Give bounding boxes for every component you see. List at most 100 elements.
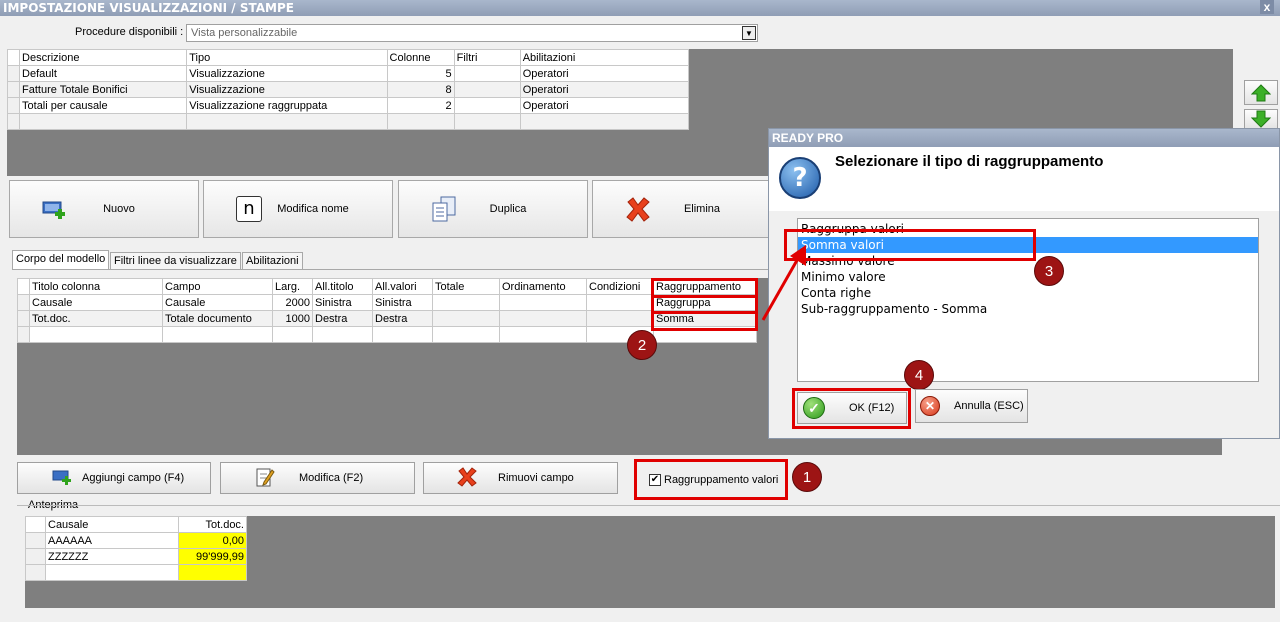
cell[interactable]: Causale (162, 294, 273, 311)
arrow-up-icon (1251, 83, 1271, 101)
table-row (25, 564, 247, 581)
nuovo-button[interactable]: Nuovo (9, 180, 199, 238)
table-row[interactable]: Fatture Totale Bonifici Visualizzazione … (6, 81, 690, 98)
modifica-button[interactable]: Modifica (F2) (220, 462, 415, 494)
list-item[interactable]: Minimo valore (798, 269, 1258, 285)
modifica-nome-label: Modifica nome (277, 203, 349, 215)
tab-corpo-modello[interactable]: Corpo del modello (12, 250, 110, 269)
cell[interactable]: Operatori (519, 65, 690, 82)
cell[interactable]: 1000 (272, 310, 313, 327)
col-all-titolo[interactable]: All.titolo (312, 278, 373, 295)
col-larg[interactable]: Larg. (272, 278, 313, 295)
cell[interactable]: Operatori (519, 97, 690, 114)
marker-1: 1 (792, 462, 822, 492)
duplica-button[interactable]: Duplica (398, 180, 588, 238)
raggruppamento-checkbox-wrapper[interactable]: ✔ Raggruppamento valori (634, 459, 788, 500)
col-ordinamento[interactable]: Ordinamento (499, 278, 587, 295)
move-down-button[interactable] (1244, 109, 1278, 129)
check-icon: ✓ (803, 397, 825, 419)
cell[interactable]: Visualizzazione (186, 81, 388, 98)
col-campo[interactable]: Campo (162, 278, 273, 295)
table-row[interactable] (6, 113, 690, 130)
ok-label: OK (F12) (849, 402, 895, 414)
modifica-nome-button[interactable]: n Modifica nome (203, 180, 393, 238)
col-condizioni[interactable]: Condizioni (586, 278, 654, 295)
col-descrizione[interactable]: Descrizione (19, 49, 188, 66)
table-row: AAAAAA 0,00 (25, 532, 247, 549)
cancel-button[interactable]: ✕ Annulla (ESC) (915, 389, 1028, 423)
ok-button[interactable]: ✓ OK (F12) (797, 392, 907, 424)
cell[interactable] (586, 310, 654, 327)
duplica-label: Duplica (489, 203, 527, 215)
cell[interactable]: Totale documento (162, 310, 273, 327)
move-up-button[interactable] (1244, 80, 1278, 105)
marker-4: 4 (904, 360, 934, 390)
question-icon: ? (779, 157, 821, 199)
table-row[interactable]: Causale Causale 2000 Sinistra Sinistra R… (17, 294, 757, 311)
cell[interactable] (453, 65, 521, 82)
col-causale: Causale (45, 516, 179, 533)
cell[interactable]: 2 (386, 97, 455, 114)
close-button[interactable]: x (1260, 0, 1274, 14)
col-titolo-colonna[interactable]: Titolo colonna (29, 278, 163, 295)
cell[interactable]: Operatori (519, 81, 690, 98)
checkbox-icon[interactable]: ✔ (649, 473, 661, 486)
table-row[interactable]: Tot.doc. Totale documento 1000 Destra De… (17, 310, 757, 327)
views-table: Descrizione Tipo Colonne Filtri Abilitaz… (6, 49, 690, 130)
procedure-select[interactable]: Vista personalizzabile ▼ (186, 24, 758, 42)
nuovo-label: Nuovo (103, 203, 135, 215)
cell[interactable] (432, 294, 500, 311)
add-view-icon (40, 194, 70, 224)
cell[interactable]: Sinistra (312, 294, 373, 311)
col-tot-doc: Tot.doc. (178, 516, 247, 533)
add-field-icon (52, 468, 74, 489)
chevron-down-icon[interactable]: ▼ (742, 26, 756, 40)
col-colonne[interactable]: Colonne (386, 49, 455, 66)
cell[interactable]: Sinistra (372, 294, 433, 311)
cell[interactable]: Destra (372, 310, 433, 327)
procedure-label: Procedure disponibili : (75, 26, 184, 38)
rimuovi-campo-button[interactable]: Rimuovi campo (423, 462, 618, 494)
cell[interactable]: Visualizzazione raggruppata (186, 97, 388, 114)
preview-table: Causale Tot.doc. AAAAAA 0,00 ZZZZZZ 99'9… (25, 516, 247, 581)
remove-icon (456, 466, 478, 491)
cell[interactable]: Tot.doc. (29, 310, 163, 327)
col-abilitazioni[interactable]: Abilitazioni (519, 49, 690, 66)
highlight-somma-cell (651, 311, 758, 331)
aggiungi-campo-button[interactable]: Aggiungi campo (F4) (17, 462, 211, 494)
tab-filtri-linee[interactable]: Filtri linee da visualizzare (110, 252, 241, 269)
cell[interactable]: 5 (386, 65, 455, 82)
cell[interactable] (499, 310, 587, 327)
cell[interactable]: 8 (386, 81, 455, 98)
dialog: READY PRO ? Selezionare il tipo di raggr… (768, 128, 1280, 439)
col-filtri[interactable]: Filtri (453, 49, 521, 66)
marker-3: 3 (1034, 256, 1064, 286)
cell[interactable]: 2000 (272, 294, 313, 311)
col-tipo[interactable]: Tipo (186, 49, 388, 66)
col-all-valori[interactable]: All.valori (372, 278, 433, 295)
col-totale[interactable]: Totale (432, 278, 500, 295)
rename-icon-letter: n (236, 196, 262, 222)
cell[interactable]: Default (19, 65, 188, 82)
cell: 0,00 (178, 532, 247, 549)
cell[interactable] (499, 294, 587, 311)
cell[interactable]: Destra (312, 310, 373, 327)
tab-abilitazioni[interactable]: Abilitazioni (242, 252, 303, 269)
cell[interactable] (586, 294, 654, 311)
table-row[interactable]: Totali per causale Visualizzazione raggr… (6, 97, 690, 114)
cell[interactable] (453, 81, 521, 98)
elimina-button[interactable]: Elimina (592, 180, 782, 238)
cell[interactable]: Fatture Totale Bonifici (19, 81, 188, 98)
cell[interactable]: Totali per causale (19, 97, 188, 114)
list-item[interactable]: Sub-raggruppamento - Somma (798, 301, 1258, 317)
table-row[interactable]: Default Visualizzazione 5 Operatori (6, 65, 690, 82)
cell[interactable]: Causale (29, 294, 163, 311)
dialog-title: READY PRO (769, 129, 1279, 147)
cell[interactable]: Visualizzazione (186, 65, 388, 82)
cell: 99'999,99 (178, 548, 247, 565)
modifica-label: Modifica (F2) (299, 472, 364, 484)
arrow-down-icon (1251, 110, 1271, 128)
list-item[interactable]: Conta righe (798, 285, 1258, 301)
cell[interactable] (453, 97, 521, 114)
cell[interactable] (432, 310, 500, 327)
